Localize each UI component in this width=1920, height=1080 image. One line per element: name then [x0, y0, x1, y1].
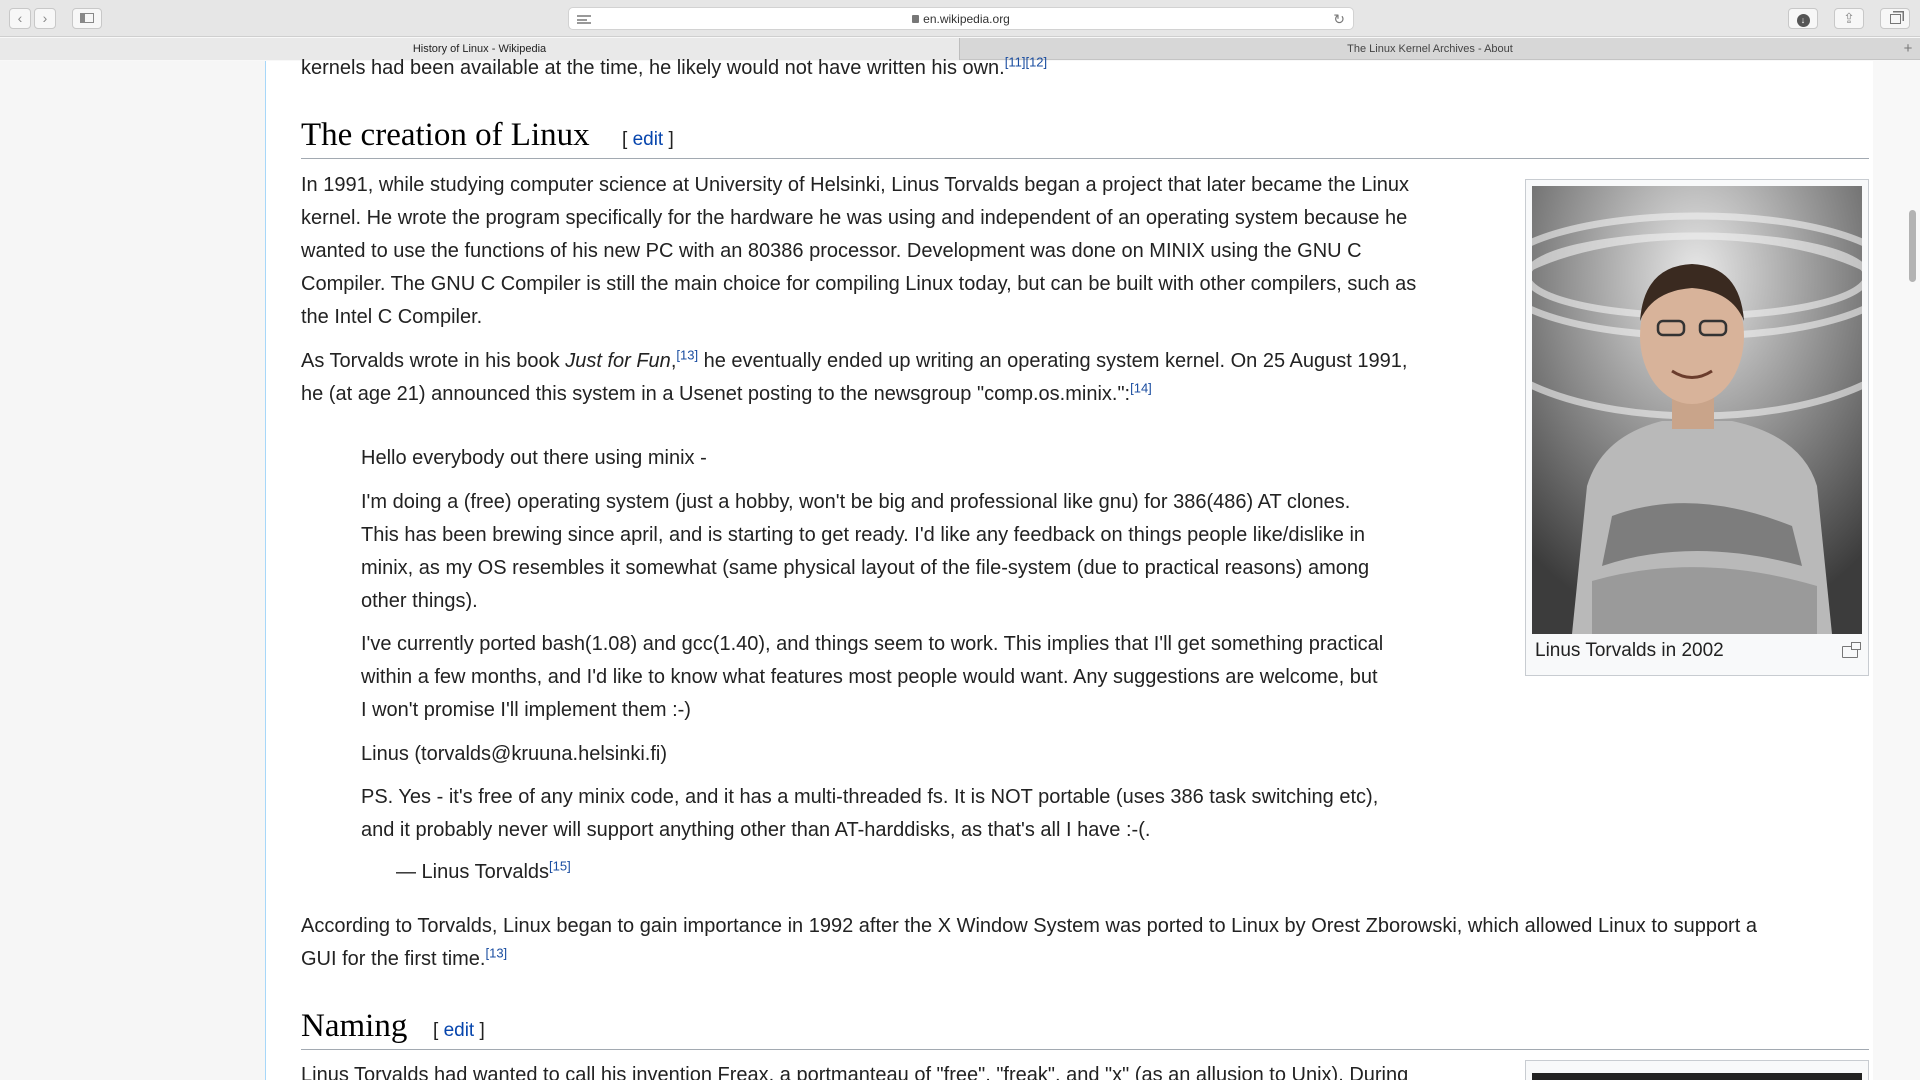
ref-link[interactable]: [13]	[485, 945, 507, 960]
url-text: en.wikipedia.org	[923, 12, 1010, 26]
ref-link[interactable]: [15]	[549, 858, 571, 873]
enlarge-icon[interactable]	[1842, 642, 1861, 658]
linus-torvalds-photo[interactable]	[1532, 186, 1862, 634]
reload-icon[interactable]: ↻	[1333, 11, 1345, 27]
bracket: ]	[474, 1020, 485, 1041]
paragraph-fragment: kernels had been available at the time, …	[301, 52, 1047, 85]
attribution-text: — Linus Torvalds	[396, 861, 550, 883]
edit-link[interactable]: edit	[633, 129, 664, 150]
ref-link[interactable]: [13]	[676, 347, 698, 362]
text-line: This has been brewing since april, and i…	[361, 524, 1366, 546]
image-thumbnail: Linus Torvalds in 2002	[1525, 179, 1869, 676]
text-line: and it probably never will support anyth…	[361, 819, 1151, 841]
text-line: I won't promise I'll implement them :-)	[361, 699, 691, 721]
book-title: Just for Fun	[565, 350, 671, 372]
image-caption: Linus Torvalds in 2002	[1535, 640, 1724, 661]
text-span: he eventually ended up writing an operat…	[698, 350, 1408, 372]
thumbnail-image[interactable]	[1532, 1073, 1862, 1080]
paragraph-3: According to Torvalds, Linux began to ga…	[301, 910, 1757, 976]
heading-rule	[301, 1049, 1869, 1050]
wikipedia-left-panel	[0, 61, 265, 1080]
ref-link[interactable]: [11][12]	[1005, 54, 1047, 69]
address-bar[interactable]: en.wikipedia.org ↻	[568, 7, 1354, 30]
tabs-icon	[1889, 14, 1901, 24]
sidebar-toggle-button[interactable]	[72, 8, 102, 29]
tabs-overview-button[interactable]	[1880, 8, 1910, 29]
text-line: PS. Yes - it's free of any minix code, a…	[361, 786, 1379, 808]
bracket: [	[622, 129, 633, 150]
download-icon: ↓	[1796, 14, 1810, 27]
quote-line: Hello everybody out there using minix -	[361, 447, 707, 469]
share-icon: ⇪	[1843, 10, 1855, 26]
paragraph-2: As Torvalds wrote in his book Just for F…	[301, 345, 1407, 411]
new-tab-button[interactable]: +	[1900, 38, 1916, 60]
quote-line: Linus (torvalds@kruuna.helsinki.fi)	[361, 743, 667, 765]
fragment-text: kernels had been available at the time, …	[301, 57, 1005, 79]
lock-icon	[912, 15, 920, 23]
share-button[interactable]: ⇪	[1834, 8, 1864, 29]
sidebar-icon	[80, 13, 94, 23]
tab-kernel-archives[interactable]: The Linux Kernel Archives - About	[960, 38, 1900, 60]
text-line: minix, as my OS resembles it somewhat (s…	[361, 557, 1370, 579]
text-line: Compiler. The GNU C Compiler is still th…	[301, 273, 1417, 295]
bracket: ]	[663, 129, 674, 150]
quote-paragraph: PS. Yes - it's free of any minix code, a…	[361, 781, 1378, 847]
text-line: I'm doing a (free) operating system (jus…	[361, 491, 1351, 513]
text-span: he (at age 21) announced this system in …	[301, 383, 1131, 405]
tab-label: The Linux Kernel Archives - About	[1347, 43, 1513, 55]
section-heading: The creation of Linux	[301, 117, 590, 153]
section-edit: [ edit ]	[622, 129, 674, 151]
browser-toolbar: ‹ › en.wikipedia.org ↻ ↓ ⇪	[0, 0, 1920, 37]
paragraph-1: In 1991, while studying computer science…	[301, 169, 1416, 334]
text-line: other things).	[361, 590, 478, 612]
forward-button[interactable]: ›	[34, 8, 56, 29]
edit-link[interactable]: edit	[444, 1020, 475, 1041]
downloads-button[interactable]: ↓	[1788, 8, 1818, 29]
heading-rule	[301, 158, 1869, 159]
ref-link[interactable]: [14]	[1130, 380, 1152, 395]
text-line: kernel. He wrote the program specificall…	[301, 207, 1408, 229]
text-line: wanted to use the functions of his new P…	[301, 240, 1362, 262]
quote-paragraph: I've currently ported bash(1.08) and gcc…	[361, 628, 1383, 727]
text-span: As Torvalds wrote in his book	[301, 350, 566, 372]
text-line: within a few months, and I'd like to kno…	[361, 666, 1378, 688]
plus-icon: +	[1903, 40, 1913, 57]
quote-attribution: — Linus Torvalds[15]	[396, 856, 571, 889]
text-span: GUI for the first time.	[301, 948, 486, 970]
image-thumbnail	[1525, 1060, 1869, 1080]
text-line: In 1991, while studying computer science…	[301, 174, 1410, 196]
back-button[interactable]: ‹	[9, 8, 31, 29]
text-line: According to Torvalds, Linux began to ga…	[301, 915, 1757, 937]
bracket: [	[433, 1020, 444, 1041]
text-line: the Intel C Compiler.	[301, 306, 483, 328]
scrollbar-thumb[interactable]	[1909, 210, 1916, 282]
text-line: I've currently ported bash(1.08) and gcc…	[361, 633, 1384, 655]
paragraph-fragment: Linus Torvalds had wanted to call his in…	[301, 1064, 1409, 1080]
section-heading: Naming	[301, 1008, 408, 1044]
section-edit: [ edit ]	[433, 1020, 485, 1042]
quote-paragraph: I'm doing a (free) operating system (jus…	[361, 486, 1369, 618]
